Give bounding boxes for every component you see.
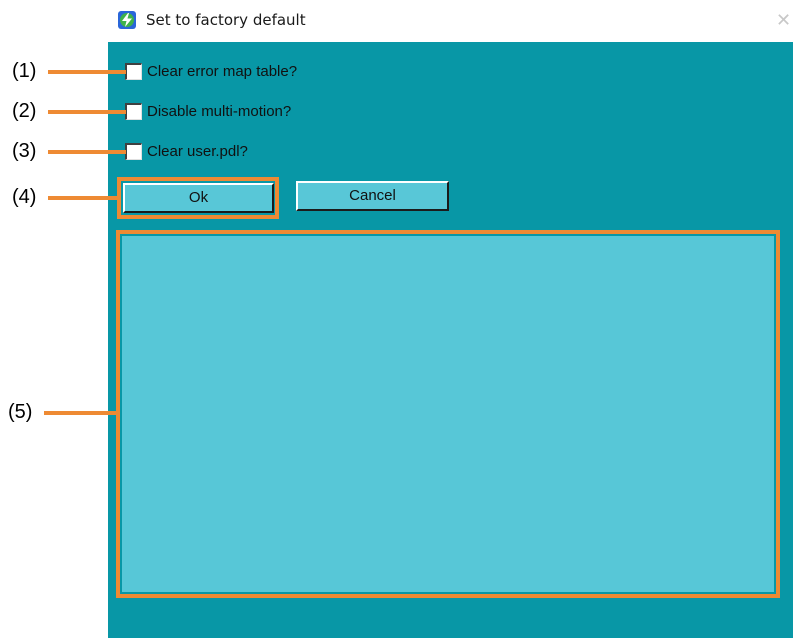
checkbox[interactable] (125, 63, 142, 80)
checkbox-label: Clear user.pdl? (147, 143, 248, 160)
callout-leader-1 (48, 70, 126, 74)
callout-label-4: (4) (12, 186, 37, 208)
callout-leader-5 (44, 411, 118, 415)
ok-button-highlight (117, 177, 279, 219)
close-icon[interactable]: ✕ (776, 10, 791, 31)
callout-label-1: (1) (12, 60, 37, 82)
callout-label-3: (3) (12, 140, 37, 162)
checkbox-label: Disable multi-motion? (147, 103, 292, 120)
callout-leader-4 (48, 196, 118, 200)
checkbox[interactable] (125, 143, 142, 160)
window-title: Set to factory default (146, 11, 306, 29)
callout-leader-3 (48, 150, 126, 154)
app-lightning-icon (118, 11, 136, 29)
checkbox-label: Clear error map table? (147, 63, 298, 80)
cancel-button[interactable]: Cancel (296, 181, 449, 211)
output-panel-highlight (116, 230, 780, 598)
checkbox[interactable] (125, 103, 142, 120)
callout-label-5: (5) (8, 401, 33, 423)
callout-leader-2 (48, 110, 126, 114)
callout-label-2: (2) (12, 100, 37, 122)
